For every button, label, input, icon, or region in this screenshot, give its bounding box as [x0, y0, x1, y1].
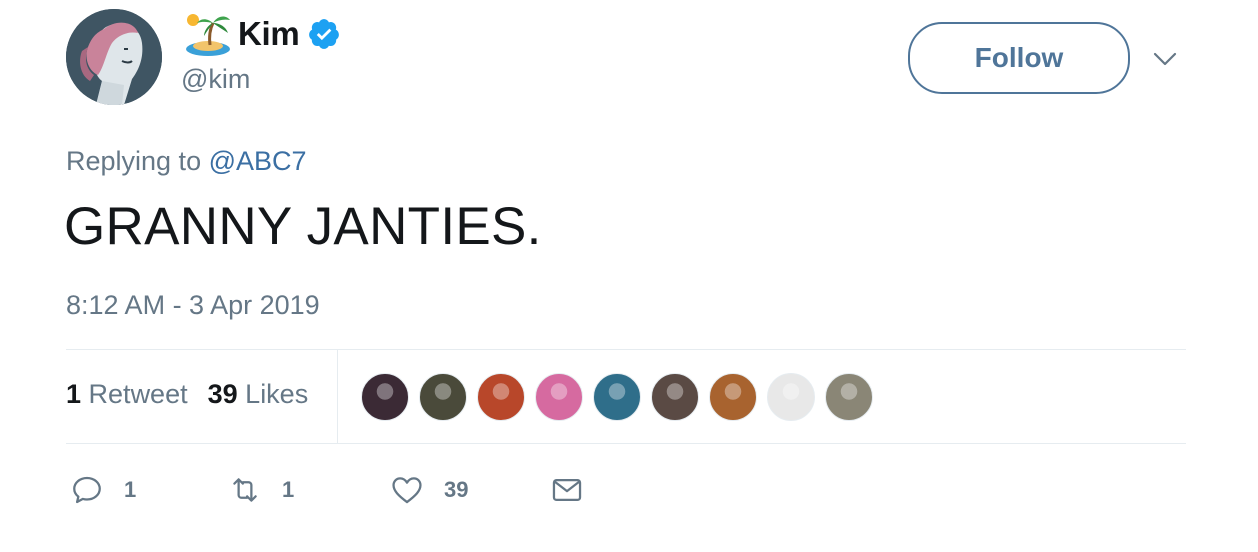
retweet-stat[interactable]: 1 Retweet: [66, 379, 188, 410]
tweet-text: GRANNY JANTIES.: [64, 197, 542, 256]
retweet-count: 1: [282, 477, 295, 502]
tweet-timestamp[interactable]: 8:12 AM - 3 Apr 2019: [66, 290, 320, 321]
verified-badge-icon: [309, 19, 340, 49]
desert-island-emoji-icon: [186, 14, 230, 56]
retweet-stat-label: Retweet: [88, 379, 188, 409]
tweet-stats: 1 Retweet 39 Likes: [66, 379, 308, 410]
author-display-name[interactable]: Kim: [238, 15, 300, 53]
liker-avatar-6[interactable]: [651, 373, 699, 421]
reply-icon: [73, 476, 101, 504]
retweet-action[interactable]: 1: [228, 472, 294, 508]
liker-avatar-5[interactable]: [593, 373, 641, 421]
avatar-illustration: [66, 9, 162, 105]
liker-avatar-4[interactable]: [535, 373, 583, 421]
author-name-row[interactable]: Kim: [184, 8, 341, 60]
chevron-down-icon[interactable]: [1152, 46, 1178, 72]
reply-count: 1: [124, 477, 137, 502]
like-action[interactable]: 39: [390, 472, 468, 508]
replying-to-line: Replying to @ABC7: [66, 146, 307, 177]
stats-divider-bottom: [66, 443, 1186, 444]
replying-to-link[interactable]: @ABC7: [209, 146, 307, 176]
liker-avatar-2[interactable]: [419, 373, 467, 421]
author-handle[interactable]: @kim: [181, 64, 250, 95]
replying-to-label: Replying to: [66, 146, 209, 176]
author-avatar[interactable]: [66, 9, 162, 105]
tweet-card: Kim @kim Follow Replying to @ABC7 GRANNY…: [0, 0, 1258, 552]
envelope-icon: [552, 478, 582, 502]
liker-avatar-8[interactable]: [767, 373, 815, 421]
follow-button[interactable]: Follow: [908, 22, 1130, 94]
liker-avatar-9[interactable]: [825, 373, 873, 421]
reply-action[interactable]: 1: [70, 472, 136, 508]
direct-message-action[interactable]: [550, 472, 584, 508]
stats-divider-top: [66, 349, 1186, 350]
likes-stat-label: Likes: [245, 379, 309, 409]
liker-avatars: [361, 373, 883, 421]
liker-avatar-7[interactable]: [709, 373, 757, 421]
heart-icon: [392, 477, 422, 504]
retweet-icon: [233, 478, 257, 502]
like-count: 39: [444, 477, 469, 502]
likes-stat-count: 39: [207, 379, 238, 409]
liker-avatar-1[interactable]: [361, 373, 409, 421]
liker-avatar-3[interactable]: [477, 373, 525, 421]
stats-vertical-divider: [337, 350, 338, 443]
likes-stat[interactable]: 39 Likes: [208, 379, 309, 410]
retweet-stat-count: 1: [66, 379, 82, 409]
